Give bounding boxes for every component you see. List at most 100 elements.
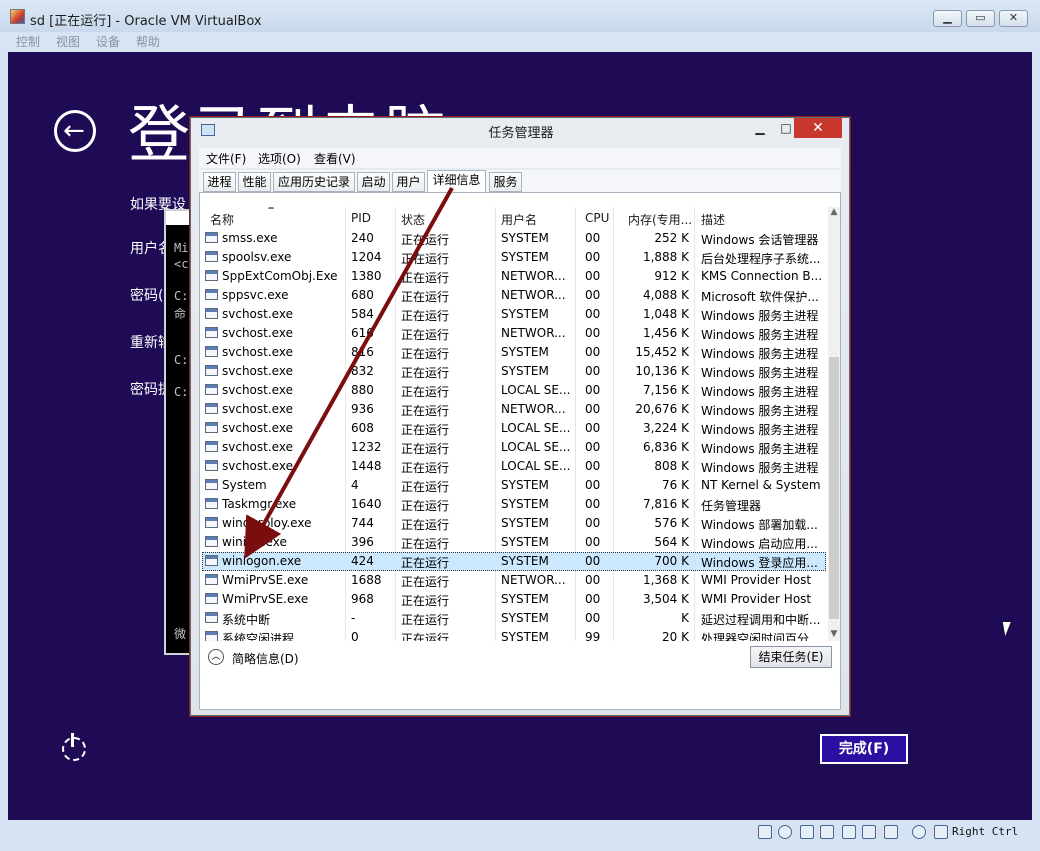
- menu-help[interactable]: 帮助: [136, 33, 160, 50]
- restore-button[interactable]: ▭: [966, 10, 995, 27]
- cell-mem: 3,504 K: [642, 592, 689, 606]
- table-row[interactable]: svchost.exe 1448 正在运行 LOCAL SE... 00 808 K Win…: [202, 457, 826, 476]
- cell-name: 系统中断: [222, 613, 271, 627]
- table-row[interactable]: smss.exe 240 正在运行 SYSTEM 00 252 K Windows 会话管理…: [202, 229, 826, 248]
- table-row[interactable]: 系统空闲进程 0 正在运行 SYSTEM 99 20 K 处理器空闲时间百分...: [202, 628, 826, 641]
- column-header-pid[interactable]: PID: [351, 211, 371, 225]
- scroll-down-arrow-icon[interactable]: ▼: [828, 629, 840, 641]
- column-header-cpu[interactable]: CPU: [585, 211, 609, 225]
- virtualbox-app-icon: [10, 9, 25, 24]
- cell-mem: 76 K: [662, 478, 689, 492]
- menu-control[interactable]: 控制: [16, 33, 40, 50]
- cell-user: SYSTEM: [501, 554, 549, 568]
- cell-status: 正在运行: [401, 385, 450, 399]
- tab-app-history[interactable]: 应用历史记录: [273, 172, 355, 192]
- network-icon[interactable]: [820, 825, 834, 839]
- table-row[interactable]: winderploy.exe 744 正在运行 SYSTEM 00 576 K Window…: [202, 514, 826, 533]
- scroll-up-arrow-icon[interactable]: ▲: [828, 207, 840, 219]
- process-icon: [205, 289, 218, 300]
- cell-pid: 936: [351, 402, 374, 416]
- cell-name: svchost.exe: [222, 383, 293, 397]
- table-row[interactable]: svchost.exe 584 正在运行 SYSTEM 00 1,048 K Windows…: [202, 305, 826, 324]
- process-icon: [205, 536, 218, 547]
- table-row[interactable]: System 4 正在运行 SYSTEM 00 76 K NT Kernel & Syste…: [202, 476, 826, 495]
- table-row[interactable]: winlogon.exe 424 正在运行 SYSTEM 00 700 K Windows …: [202, 552, 826, 571]
- cell-user: LOCAL SE...: [501, 459, 571, 473]
- table-row[interactable]: sppsvc.exe 680 正在运行 NETWOR... 00 4,088 K Micro…: [202, 286, 826, 305]
- tab-services[interactable]: 服务: [489, 172, 522, 192]
- process-icon: [205, 593, 218, 604]
- menu-options[interactable]: 选项(O): [258, 150, 301, 167]
- process-list-scrollbar[interactable]: ▲ ▼: [828, 207, 840, 641]
- tab-details[interactable]: 详细信息: [427, 170, 486, 193]
- tm-minimize-button[interactable]: ▁: [747, 121, 773, 137]
- table-row[interactable]: svchost.exe 608 正在运行 LOCAL SE... 00 3,224 K Wi…: [202, 419, 826, 438]
- table-row[interactable]: svchost.exe 616 正在运行 NETWOR... 00 1,456 K Wind…: [202, 324, 826, 343]
- table-row[interactable]: svchost.exe 880 正在运行 LOCAL SE... 00 7,156 K Wi…: [202, 381, 826, 400]
- cell-pid: 1232: [351, 440, 382, 454]
- harddisk-icon[interactable]: [758, 825, 772, 839]
- table-row[interactable]: wininit.exe 396 正在运行 SYSTEM 00 564 K Windows 启…: [202, 533, 826, 552]
- table-row[interactable]: svchost.exe 816 正在运行 SYSTEM 00 15,452 K Window…: [202, 343, 826, 362]
- cell-desc: Windows 服务主进程: [701, 404, 819, 418]
- cell-desc: Windows 服务主进程: [701, 385, 819, 399]
- table-row[interactable]: SppExtComObj.Exe 1380 正在运行 NETWOR... 00 912 K…: [202, 267, 826, 286]
- process-list[interactable]: ▲ 名称 PID 状态 用户名 CPU 内存(专用... 描述 smss.exe…: [202, 207, 826, 641]
- process-icon: [205, 251, 218, 262]
- cell-status: 正在运行: [401, 518, 450, 532]
- process-icon: [205, 441, 218, 452]
- cell-desc: Windows 服务主进程: [701, 423, 819, 437]
- tab-performance[interactable]: 性能: [238, 172, 271, 192]
- ease-of-access-icon[interactable]: [62, 733, 86, 761]
- tab-startup[interactable]: 启动: [357, 172, 390, 192]
- optical-drive-icon[interactable]: [778, 825, 792, 839]
- cell-desc: Microsoft 软件保护...: [701, 290, 819, 304]
- cell-user: NETWOR...: [501, 288, 566, 302]
- end-task-button[interactable]: 结束任务(E): [750, 646, 832, 668]
- menu-file[interactable]: 文件(F): [206, 150, 246, 167]
- cell-name: svchost.exe: [222, 307, 293, 321]
- cell-name: winderploy.exe: [222, 516, 312, 530]
- minimize-button[interactable]: ▁: [933, 10, 962, 27]
- cpu-activity-icon[interactable]: [912, 825, 926, 839]
- cell-pid: 608: [351, 421, 374, 435]
- tm-close-button[interactable]: ✕: [794, 118, 842, 138]
- video-capture-icon[interactable]: [884, 825, 898, 839]
- cell-pid: 396: [351, 535, 374, 549]
- cell-pid: 4: [351, 478, 359, 492]
- tab-users[interactable]: 用户: [392, 172, 425, 192]
- table-row[interactable]: svchost.exe 832 正在运行 SYSTEM 00 10,136 K Window…: [202, 362, 826, 381]
- shared-folders-icon[interactable]: [842, 825, 856, 839]
- column-header-status[interactable]: 状态: [401, 211, 425, 228]
- back-button[interactable]: ←: [54, 110, 96, 152]
- column-header-user[interactable]: 用户名: [501, 211, 537, 228]
- cell-desc: Windows 服务主进程: [701, 309, 819, 323]
- menu-view-tm[interactable]: 查看(V): [314, 150, 356, 167]
- display-icon[interactable]: [862, 825, 876, 839]
- table-row[interactable]: svchost.exe 1232 正在运行 LOCAL SE... 00 6,836 K W…: [202, 438, 826, 457]
- table-row[interactable]: spoolsv.exe 1204 正在运行 SYSTEM 00 1,888 K 后台处理程序…: [202, 248, 826, 267]
- cell-user: SYSTEM: [501, 364, 549, 378]
- finish-button[interactable]: 完成(F): [820, 734, 908, 764]
- cell-cpu: 00: [585, 592, 601, 606]
- table-row[interactable]: Taskmgr.exe 1640 正在运行 SYSTEM 00 7,816 K 任务管理器: [202, 495, 826, 514]
- cell-cpu: 00: [585, 345, 601, 359]
- table-row[interactable]: WmiPrvSE.exe 1688 正在运行 NETWOR... 00 1,368 K WM…: [202, 571, 826, 590]
- cell-cpu: 00: [585, 421, 601, 435]
- menu-devices[interactable]: 设备: [96, 33, 120, 50]
- mouse-integration-icon[interactable]: [934, 825, 948, 839]
- cell-status: 正在运行: [401, 309, 450, 323]
- column-header-name[interactable]: 名称: [210, 211, 234, 228]
- usb-icon[interactable]: [800, 825, 814, 839]
- table-row[interactable]: svchost.exe 936 正在运行 NETWOR... 00 20,676 K Win…: [202, 400, 826, 419]
- cmd-line: C:: [174, 353, 189, 367]
- table-row[interactable]: WmiPrvSE.exe 968 正在运行 SYSTEM 00 3,504 K WMI Pr…: [202, 590, 826, 609]
- column-header-memory[interactable]: 内存(专用...: [628, 211, 692, 228]
- close-button[interactable]: ✕: [999, 10, 1028, 27]
- menu-view[interactable]: 视图: [56, 33, 80, 50]
- table-row[interactable]: 系统中断 - 正在运行 SYSTEM 00 K 延迟过程调用和中断...: [202, 609, 826, 628]
- scrollbar-thumb[interactable]: [829, 357, 839, 619]
- tab-processes[interactable]: 进程: [203, 172, 236, 192]
- column-header-description[interactable]: 描述: [701, 211, 725, 228]
- process-icon: [205, 517, 218, 528]
